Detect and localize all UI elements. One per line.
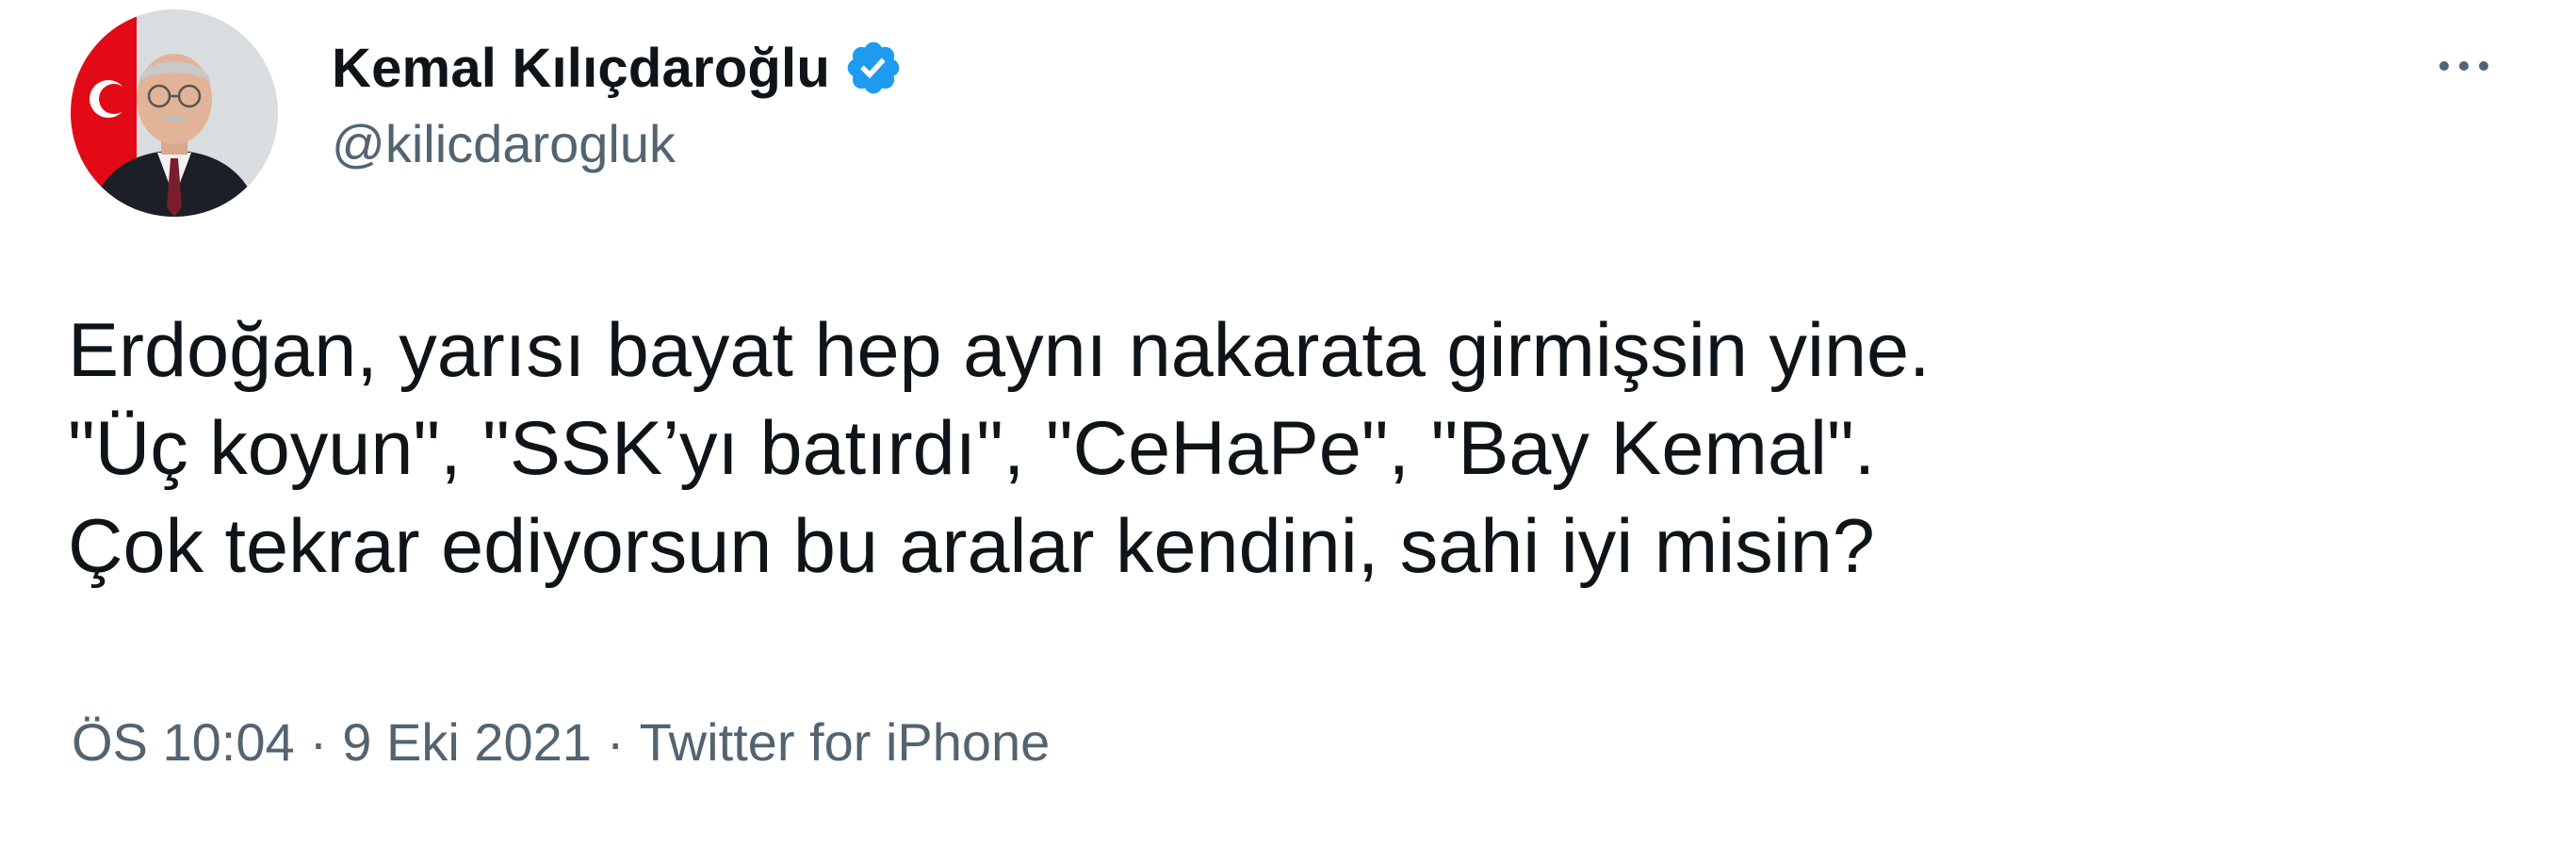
tweet-time[interactable]: ÖS 10:04 bbox=[72, 711, 295, 773]
tweet-card: Kemal Kılıçdaroğlu @kilicdarogluk Erdoğa… bbox=[0, 0, 2576, 848]
tweet-text-line: "Üç koyun", "SSK’yı batırdı", "CeHaPe", … bbox=[68, 406, 1876, 491]
profile-photo-icon bbox=[71, 9, 278, 217]
tweet-text: Erdoğan, yarısı bayat hep aynı nakarata … bbox=[68, 302, 2518, 595]
more-horizontal-icon bbox=[2439, 61, 2449, 71]
more-horizontal-icon bbox=[2479, 61, 2488, 71]
display-name[interactable]: Kemal Kılıçdaroğlu bbox=[332, 37, 830, 100]
avatar[interactable] bbox=[71, 9, 278, 217]
more-horizontal-icon bbox=[2459, 61, 2469, 71]
tweet-meta: ÖS 10:04 · 9 Eki 2021 · Twitter for iPho… bbox=[72, 711, 1050, 773]
tweet-text-line: Çok tekrar ediyorsun bu aralar kendini, … bbox=[68, 504, 1875, 589]
user-name-row[interactable]: Kemal Kılıçdaroğlu bbox=[332, 30, 904, 106]
meta-separator: · bbox=[606, 712, 625, 772]
tweet-source[interactable]: Twitter for iPhone bbox=[640, 711, 1051, 773]
meta-separator: · bbox=[309, 712, 328, 772]
verified-badge-icon bbox=[847, 41, 900, 94]
more-options-button[interactable] bbox=[2412, 28, 2516, 104]
user-handle[interactable]: @kilicdarogluk bbox=[332, 113, 676, 174]
tweet-date[interactable]: 9 Eki 2021 bbox=[342, 711, 592, 773]
tweet-text-line: Erdoğan, yarısı bayat hep aynı nakarata … bbox=[68, 308, 1931, 393]
